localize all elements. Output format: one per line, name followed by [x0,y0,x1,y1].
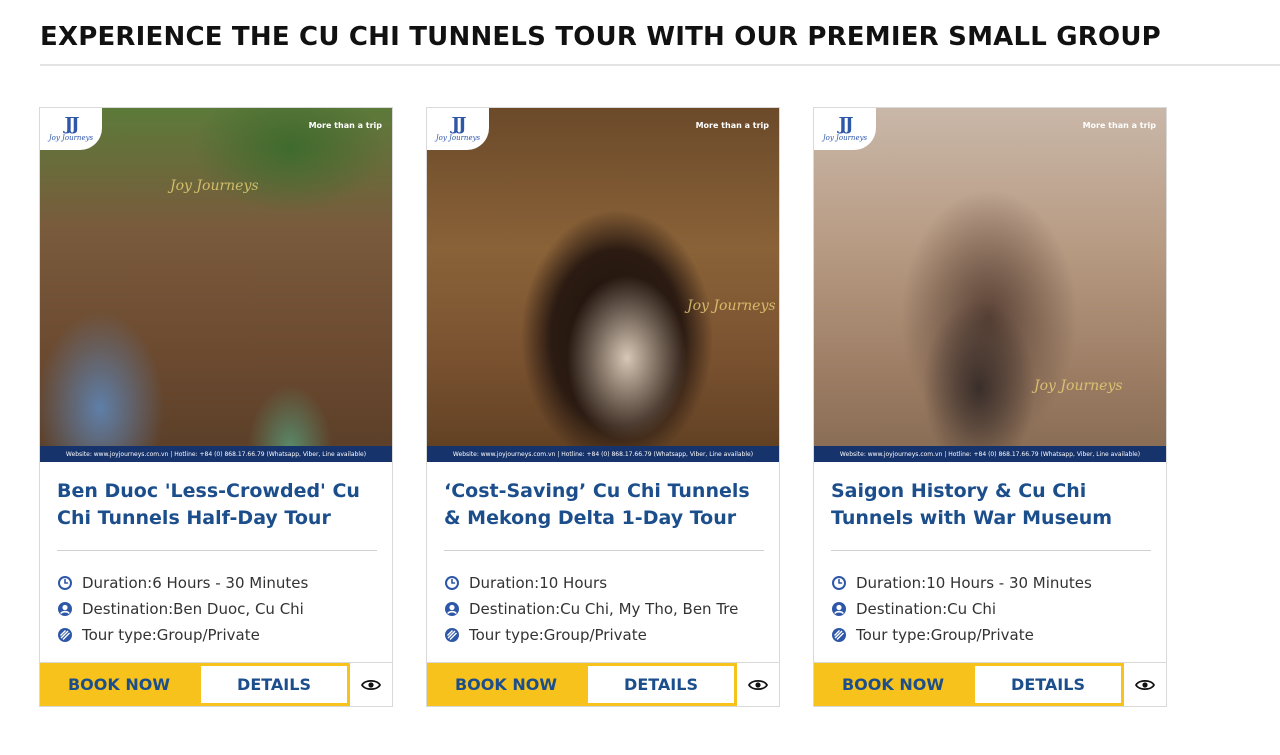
photo-contact-banner: Website: www.joyjourneys.com.vn | Hotlin… [814,446,1166,462]
duration-label: Duration: [469,574,540,592]
book-now-button[interactable]: BOOK NOW [40,663,198,706]
photo-tagline: More than a trip [1082,121,1156,130]
card-actions: BOOK NOW DETAILS [814,662,1166,706]
tour-info: Duration: 10 Hours - 30 Minutes Destinat… [831,570,1161,648]
details-button[interactable]: DETAILS [198,663,350,706]
destination-label: Destination: [856,600,948,618]
tour-type-value: Group/Private [543,626,647,644]
eye-icon [361,679,381,690]
destination-value: Ben Duoc, Cu Chi [173,600,304,618]
duration-value: 10 Hours - 30 Minutes [926,574,1092,592]
card-divider [57,550,377,551]
photo-contact-banner: Website: www.joyjourneys.com.vn | Hotlin… [40,446,392,462]
tour-info: Duration: 10 Hours Destination: Cu Chi, … [444,570,774,648]
duration-value: 10 Hours [539,574,608,592]
destination-value: Cu Chi [947,600,997,618]
tour-photo[interactable]: JJ Joy Journeys More than a trip Joy Jou… [40,108,392,462]
tour-type-label: Tour type: [856,626,931,644]
details-button[interactable]: DETAILS [585,663,737,706]
tour-card: JJ Joy Journeys More than a trip Joy Jou… [813,107,1167,707]
tour-type-label: Tour type: [82,626,157,644]
logo-mark: JJ [838,113,853,135]
section-title: EXPERIENCE THE CU CHI TUNNELS TOUR WITH … [40,22,1161,52]
tour-title[interactable]: Saigon History & Cu Chi Tunnels with War… [831,478,1147,532]
tour-title[interactable]: ‘Cost-Saving’ Cu Chi Tunnels & Mekong De… [444,478,760,532]
tour-card: JJ Joy Journeys More than a trip Joy Jou… [426,107,780,707]
title-divider [40,64,1280,66]
tour-photo[interactable]: JJ Joy Journeys More than a trip Joy Jou… [427,108,779,462]
destination-row: Destination: Cu Chi [831,596,1161,622]
duration-row: Duration: 6 Hours - 30 Minutes [57,570,387,596]
book-now-button[interactable]: BOOK NOW [814,663,972,706]
tour-type-row: Tour type: Group/Private [57,622,387,648]
tour-title[interactable]: Ben Duoc 'Less-Crowded' Cu Chi Tunnels H… [57,478,373,532]
tour-photo[interactable]: JJ Joy Journeys More than a trip Joy Jou… [814,108,1166,462]
quick-view-button[interactable] [1124,663,1166,706]
details-button[interactable]: DETAILS [972,663,1124,706]
photo-watermark: Joy Journeys [687,298,776,314]
location-pin-icon [58,602,72,616]
tour-info: Duration: 6 Hours - 30 Minutes Destinati… [57,570,387,648]
card-actions: BOOK NOW DETAILS [40,662,392,706]
duration-label: Duration: [82,574,153,592]
clock-icon [445,576,459,590]
duration-row: Duration: 10 Hours - 30 Minutes [831,570,1161,596]
destination-value: Cu Chi, My Tho, Ben Tre [560,600,739,618]
location-pin-icon [445,602,459,616]
location-pin-icon [832,602,846,616]
tour-card-list: JJ Joy Journeys More than a trip Joy Jou… [39,107,1167,707]
duration-label: Duration: [856,574,927,592]
logo-text: Joy Journeys [822,133,868,142]
photo-watermark: Joy Journeys [170,178,259,194]
book-now-button[interactable]: BOOK NOW [427,663,585,706]
photo-contact-banner: Website: www.joyjourneys.com.vn | Hotlin… [427,446,779,462]
card-divider [444,550,764,551]
tour-type-label: Tour type: [469,626,544,644]
brand-logo: JJ Joy Journeys [814,108,876,150]
tour-type-value: Group/Private [156,626,260,644]
tour-type-row: Tour type: Group/Private [831,622,1161,648]
tour-type-value: Group/Private [930,626,1034,644]
quick-view-button[interactable] [350,663,392,706]
brand-logo: JJ Joy Journeys [427,108,489,150]
eye-icon [1135,679,1155,690]
duration-value: 6 Hours - 30 Minutes [152,574,309,592]
clock-icon [832,576,846,590]
tour-type-row: Tour type: Group/Private [444,622,774,648]
clock-icon [58,576,72,590]
logo-text: Joy Journeys [435,133,481,142]
tour-section: EXPERIENCE THE CU CHI TUNNELS TOUR WITH … [0,0,1280,755]
eye-icon [748,679,768,690]
photo-tagline: More than a trip [308,121,382,130]
quick-view-button[interactable] [737,663,779,706]
brand-logo: JJ Joy Journeys [40,108,102,150]
logo-mark: JJ [64,113,79,135]
tour-type-icon [445,628,459,642]
duration-row: Duration: 10 Hours [444,570,774,596]
photo-tagline: More than a trip [695,121,769,130]
photo-watermark: Joy Journeys [1034,378,1123,394]
card-divider [831,550,1151,551]
tour-card: JJ Joy Journeys More than a trip Joy Jou… [39,107,393,707]
tour-type-icon [58,628,72,642]
destination-label: Destination: [82,600,174,618]
destination-row: Destination: Ben Duoc, Cu Chi [57,596,387,622]
logo-mark: JJ [451,113,466,135]
card-actions: BOOK NOW DETAILS [427,662,779,706]
destination-row: Destination: Cu Chi, My Tho, Ben Tre [444,596,774,622]
logo-text: Joy Journeys [48,133,94,142]
tour-type-icon [832,628,846,642]
destination-label: Destination: [469,600,561,618]
